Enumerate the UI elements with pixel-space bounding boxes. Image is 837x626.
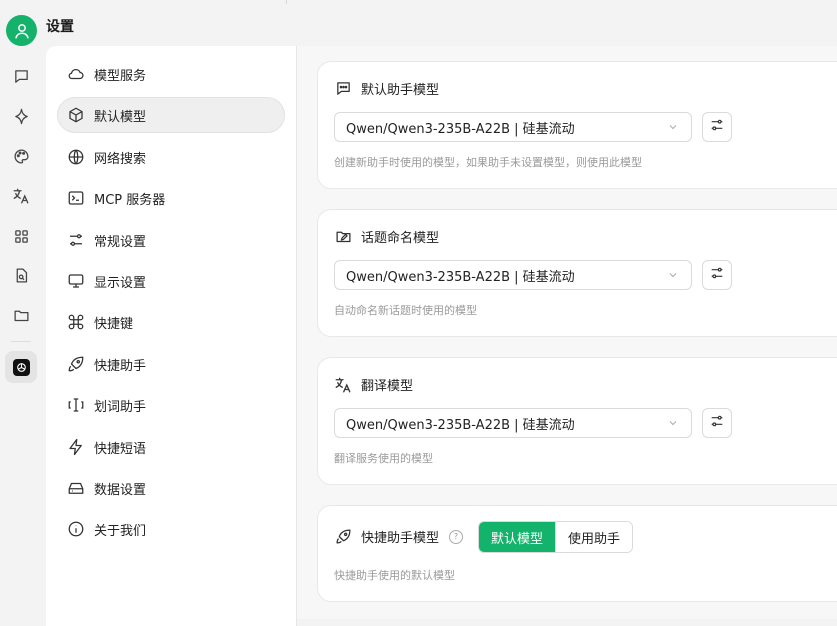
card-description: 快捷助手使用的默认模型 (334, 569, 455, 582)
menu-item-label: MCP 服务器 (94, 192, 166, 208)
card-title: 默认助手模型 (361, 83, 440, 98)
menu-item-web-search[interactable]: 网络搜索 (57, 139, 285, 175)
menu-item-label: 常规设置 (94, 234, 147, 250)
globe-icon (67, 148, 85, 166)
apps-grid-icon[interactable] (8, 223, 34, 249)
chat-icon[interactable] (8, 63, 34, 89)
translate-settings-button[interactable] (702, 408, 732, 438)
card-description: 自动命名新话题时使用的模型 (334, 304, 477, 317)
main-content: 默认助手模型 Qwen/Qwen3-235B-A22B | 硅基流动 创建新助手… (297, 46, 837, 619)
card-header: 默认助手模型 (334, 79, 439, 98)
card-description: 翻译服务使用的模型 (334, 452, 433, 465)
select-value: Qwen/Qwen3-235B-A22B | 硅基流动 (346, 121, 575, 137)
menu-item-mcp-server[interactable]: MCP 服务器 (57, 180, 285, 216)
select-value: Qwen/Qwen3-235B-A22B | 硅基流动 (346, 269, 575, 285)
terminal-icon (67, 189, 85, 207)
help-icon[interactable]: ? (449, 529, 464, 544)
topic-naming-settings-button[interactable] (702, 260, 732, 290)
menu-item-label: 关于我们 (94, 523, 147, 539)
chevron-down-icon (667, 121, 679, 137)
card-header: 快捷助手模型 ? (334, 527, 464, 546)
card-header: 话题命名模型 (334, 227, 439, 246)
info-icon (67, 520, 85, 538)
default-model-option[interactable]: 默认模型 (479, 522, 556, 552)
menu-item-default-model[interactable]: 默认模型 (57, 97, 285, 133)
message-dots-icon (334, 80, 352, 98)
menu-item-label: 快捷短语 (94, 441, 147, 457)
menu-item-general-settings[interactable]: 常规设置 (57, 222, 285, 258)
menu-item-label: 默认模型 (94, 109, 147, 125)
page-title: 设置 (46, 19, 74, 35)
menu-item-quick-phrases[interactable]: 快捷短语 (57, 429, 285, 465)
sliders-icon (709, 265, 725, 285)
menu-item-data-settings[interactable]: 数据设置 (57, 470, 285, 506)
card-description: 创建新助手时使用的模型，如果助手未设置模型，则使用此模型 (334, 156, 642, 169)
folder-pen-icon (334, 228, 352, 246)
text-cursor-icon (67, 396, 85, 414)
lightning-icon (67, 438, 85, 456)
monitor-icon (67, 272, 85, 290)
chevron-down-icon (667, 417, 679, 433)
menu-item-model-service[interactable]: 模型服务 (57, 56, 285, 92)
quick-assistant-mode-toggle[interactable]: 默认模型 使用助手 (478, 521, 634, 553)
cube-icon (67, 106, 85, 124)
menu-item-shortcuts[interactable]: 快捷键 (57, 304, 285, 340)
translate-icon (334, 376, 352, 394)
topic-naming-model-select[interactable]: Qwen/Qwen3-235B-A22B | 硅基流动 (334, 260, 692, 290)
command-icon (67, 313, 85, 331)
quick-assistant-card: 快捷助手模型 ? 默认模型 使用助手 快捷助手使用的默认模型 (317, 505, 837, 602)
user-icon (14, 23, 29, 38)
topic-naming-card: 话题命名模型 Qwen/Qwen3-235B-A22B | 硅基流动 自动命名新… (317, 209, 837, 337)
menu-item-label: 数据设置 (94, 482, 147, 498)
default-assistant-card: 默认助手模型 Qwen/Qwen3-235B-A22B | 硅基流动 创建新助手… (317, 61, 837, 189)
default-assistant-model-select[interactable]: Qwen/Qwen3-235B-A22B | 硅基流动 (334, 112, 692, 142)
palette-icon[interactable] (8, 143, 34, 169)
title-bar: 设置 (0, 0, 837, 46)
file-search-icon[interactable] (8, 262, 34, 288)
sliders-icon (709, 117, 725, 137)
menu-item-quick-assistant[interactable]: 快捷助手 (57, 346, 285, 382)
chevron-down-icon (667, 269, 679, 285)
rocket-icon (67, 355, 85, 373)
avatar[interactable] (6, 15, 37, 46)
menu-item-label: 模型服务 (94, 68, 147, 84)
use-assistant-option[interactable]: 使用助手 (555, 522, 633, 552)
menu-item-selection-assistant[interactable]: 划词助手 (57, 387, 285, 423)
sliders-icon (709, 413, 725, 433)
settings-menu: 模型服务 默认模型 网络搜索 MCP 服务器 常规设置 显示设置 快捷键 快捷助… (46, 46, 297, 626)
menu-item-label: 显示设置 (94, 275, 147, 291)
card-title: 翻译模型 (361, 379, 414, 394)
default-assistant-settings-button[interactable] (702, 112, 732, 142)
card-title: 快捷助手模型 (361, 531, 440, 546)
menu-item-label: 快捷助手 (94, 358, 147, 374)
rail-divider (11, 341, 31, 342)
sliders-icon (67, 231, 85, 249)
sparkle-icon[interactable] (8, 103, 34, 129)
translate-model-select[interactable]: Qwen/Qwen3-235B-A22B | 硅基流动 (334, 408, 692, 438)
card-title: 话题命名模型 (361, 231, 440, 246)
hard-drive-icon (67, 479, 85, 497)
menu-item-display-settings[interactable]: 显示设置 (57, 263, 285, 299)
openai-icon[interactable] (5, 351, 37, 383)
menu-item-label: 网络搜索 (94, 151, 147, 167)
card-header: 翻译模型 (334, 375, 413, 394)
translate-icon[interactable] (8, 183, 34, 209)
select-value: Qwen/Qwen3-235B-A22B | 硅基流动 (346, 417, 575, 433)
translate-card: 翻译模型 Qwen/Qwen3-235B-A22B | 硅基流动 翻译服务使用的… (317, 357, 837, 485)
menu-item-about[interactable]: 关于我们 (57, 511, 285, 547)
menu-item-label: 快捷键 (94, 316, 134, 332)
rocket-icon (334, 528, 352, 546)
folder-icon[interactable] (8, 302, 34, 328)
cloud-icon (67, 65, 85, 83)
menu-item-label: 划词助手 (94, 399, 147, 415)
